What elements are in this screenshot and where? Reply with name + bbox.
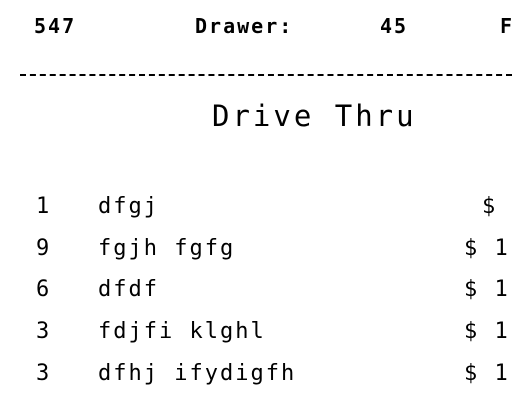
item-price: $ 1 bbox=[464, 236, 510, 261]
drawer-label: Drawer: bbox=[195, 14, 294, 38]
line-item: 6 dfdf $ 1 bbox=[0, 274, 512, 306]
item-description: fdjfi klghl bbox=[98, 319, 266, 344]
item-price: $ 1 bbox=[464, 319, 510, 344]
receipt: 547 Drawer: 45 F Drive Thru 1 dfgj $ 9 f… bbox=[0, 0, 512, 400]
item-quantity: 3 bbox=[36, 319, 52, 344]
item-description: dfgj bbox=[98, 194, 159, 219]
line-item: 9 fgjh fgfg $ 1 bbox=[0, 233, 512, 265]
order-number: 547 bbox=[34, 14, 77, 38]
header-truncated-text: F bbox=[500, 14, 512, 38]
item-quantity: 1 bbox=[36, 194, 52, 219]
line-item: 3 fdjfi klghl $ 1 bbox=[0, 316, 512, 348]
item-description: dfhj ifydigfh bbox=[98, 361, 297, 386]
item-description: fgjh fgfg bbox=[98, 236, 236, 261]
item-price: $ 1 bbox=[464, 277, 510, 302]
receipt-title: Drive Thru bbox=[212, 99, 417, 133]
item-quantity: 9 bbox=[36, 236, 52, 261]
item-price: $ 1 bbox=[464, 361, 510, 386]
line-item: 3 dfhj ifydigfh $ 1 bbox=[0, 358, 512, 390]
drawer-number: 45 bbox=[380, 14, 409, 38]
line-item: 1 dfgj $ bbox=[0, 191, 512, 223]
item-price: $ bbox=[482, 194, 498, 219]
item-description: dfdf bbox=[98, 277, 159, 302]
item-quantity: 3 bbox=[36, 361, 52, 386]
dashed-divider bbox=[20, 74, 512, 76]
item-quantity: 6 bbox=[36, 277, 52, 302]
